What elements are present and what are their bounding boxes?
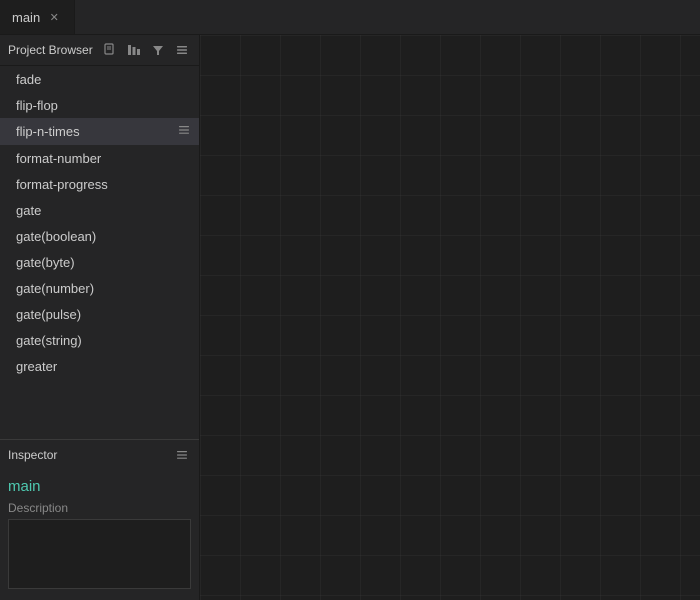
tab-bar: main ✕ bbox=[0, 0, 700, 35]
inspector-title: Inspector bbox=[8, 448, 57, 462]
list-item[interactable]: fade bbox=[0, 66, 199, 92]
list-item[interactable]: format-number bbox=[0, 145, 199, 171]
inspector-header: Inspector bbox=[0, 440, 199, 470]
tab-close-button[interactable]: ✕ bbox=[46, 9, 62, 25]
inspector-menu-icon[interactable] bbox=[173, 446, 191, 464]
list-item-active[interactable]: flip-n-times bbox=[0, 118, 199, 145]
sidebar: Project Browser bbox=[0, 35, 200, 600]
project-browser-header: Project Browser bbox=[0, 35, 199, 66]
canvas-area[interactable] bbox=[200, 35, 700, 600]
menu-icon[interactable] bbox=[173, 41, 191, 59]
filter-icon[interactable] bbox=[149, 41, 167, 59]
inspector-description-label: Description bbox=[8, 501, 191, 515]
tab-label: main bbox=[12, 10, 40, 25]
sort-icon[interactable] bbox=[125, 41, 143, 59]
list-item[interactable]: gate(byte) bbox=[0, 249, 199, 275]
header-icons bbox=[101, 41, 191, 59]
list-item[interactable]: gate(pulse) bbox=[0, 301, 199, 327]
list-item[interactable]: gate(number) bbox=[0, 275, 199, 301]
item-list: fade flip-flop flip-n-times format-numbe… bbox=[0, 66, 199, 439]
main-layout: Project Browser bbox=[0, 35, 700, 600]
list-item[interactable]: flip-flop bbox=[0, 92, 199, 118]
tab-main[interactable]: main ✕ bbox=[0, 0, 75, 34]
inspector-content: main Description bbox=[0, 470, 199, 600]
list-item[interactable]: gate(boolean) bbox=[0, 223, 199, 249]
new-file-icon[interactable] bbox=[101, 41, 119, 59]
list-item[interactable]: gate(string) bbox=[0, 327, 199, 353]
inspector-section: Inspector main Description bbox=[0, 439, 199, 600]
list-item[interactable]: format-progress bbox=[0, 171, 199, 197]
description-textarea[interactable] bbox=[8, 519, 191, 589]
inspector-component-name: main bbox=[8, 478, 191, 495]
project-browser-title: Project Browser bbox=[8, 43, 93, 57]
list-item[interactable]: gate bbox=[0, 197, 199, 223]
list-item[interactable]: greater bbox=[0, 353, 199, 379]
item-menu-icon[interactable] bbox=[177, 123, 191, 140]
